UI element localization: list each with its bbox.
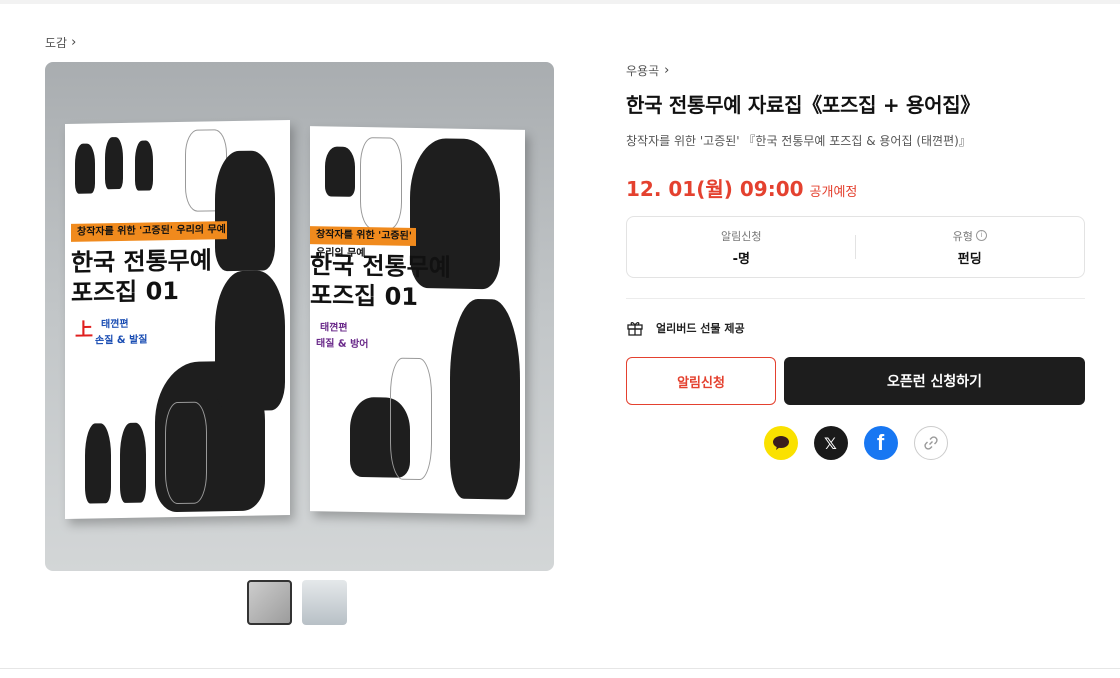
bottom-border	[0, 668, 1120, 669]
gift-icon	[627, 322, 643, 336]
book-subtitle-1: 태껸편	[101, 318, 129, 331]
link-icon[interactable]	[913, 426, 948, 460]
thumbnail-2[interactable]	[302, 580, 347, 625]
gift-label: 얼리버드 선물 제공	[656, 322, 745, 335]
product-subtitle: 창작자를 위한 '고증된' 『한국 전통무예 포즈집 & 용어집 (태껸편)』	[626, 134, 971, 148]
book-volume-mark: 上	[75, 319, 93, 341]
product-title: 한국 전통무예 자료집《포즈집 + 용어집》	[626, 93, 981, 117]
chevron-right-icon: ›	[71, 35, 77, 50]
info-icon[interactable]: i	[975, 230, 987, 241]
divider	[626, 298, 1085, 299]
info-divider	[855, 235, 856, 259]
share-buttons: 𝕏 f	[626, 426, 1085, 460]
facebook-icon[interactable]: f	[863, 426, 898, 460]
alarm-count-label: 알림신청	[721, 229, 762, 243]
action-buttons: 알림신청 오픈런 신청하기	[626, 357, 1085, 405]
info-box: 알림신청 -명 유형 i 펀딩	[626, 216, 1085, 278]
book-subtitle-1: 태껸편	[320, 322, 348, 334]
thumbnail-list	[247, 580, 347, 625]
book-cover-volume-1: 창작자를 위한 '고증된' 우리의 무예 한국 전통무예 포즈집 01 上 태껸…	[65, 120, 290, 519]
book-title: 한국 전통무예 포즈집 01	[71, 246, 212, 307]
kakaotalk-icon[interactable]	[763, 426, 798, 460]
notify-button[interactable]: 알림신청	[626, 357, 776, 405]
open-run-button[interactable]: 오픈런 신청하기	[784, 357, 1085, 405]
type-label: 유형	[952, 229, 973, 243]
breadcrumb[interactable]: 도감 ›	[45, 34, 76, 51]
chevron-right-icon: ›	[664, 63, 670, 78]
book-subtitle-2: 손질 & 발질	[95, 334, 148, 347]
book-title: 한국 전통무예 포즈집 01	[310, 251, 451, 312]
category-link[interactable]: 우용곡 ›	[626, 62, 1085, 79]
breadcrumb-label: 도감	[45, 36, 68, 50]
thumbnail-1[interactable]	[247, 580, 292, 625]
open-date: 12. 01(월) 09:00 공개예정	[626, 173, 1085, 202]
open-date-value: 12. 01(월) 09:00	[626, 177, 804, 201]
top-border	[0, 0, 1120, 4]
project-type: 유형 i 펀딩	[856, 217, 1085, 277]
open-status: 공개예정	[809, 185, 858, 200]
book-banner: 창작자를 위한 '고증된' 우리의 무예	[310, 226, 416, 259]
type-value: 펀딩	[957, 251, 982, 267]
category-label: 우용곡	[626, 64, 660, 78]
book-banner: 창작자를 위한 '고증된' 우리의 무예	[71, 221, 227, 242]
gift-notice: 얼리버드 선물 제공	[626, 319, 1085, 337]
alarm-count-value: -명	[732, 251, 750, 267]
x-icon[interactable]: 𝕏	[813, 426, 848, 460]
alarm-count: 알림신청 -명	[627, 217, 856, 277]
product-info-panel: 우용곡 › 한국 전통무예 자료집《포즈집 + 용어집》 창작자를 위한 '고증…	[626, 62, 1085, 460]
book-cover-volume-2: 창작자를 위한 '고증된' 우리의 무예 한국 전통무예 포즈집 01 태껸편 …	[310, 126, 525, 515]
book-subtitle-2: 태질 & 방어	[316, 338, 369, 351]
product-main-image[interactable]: 창작자를 위한 '고증된' 우리의 무예 한국 전통무예 포즈집 01 上 태껸…	[45, 62, 554, 571]
